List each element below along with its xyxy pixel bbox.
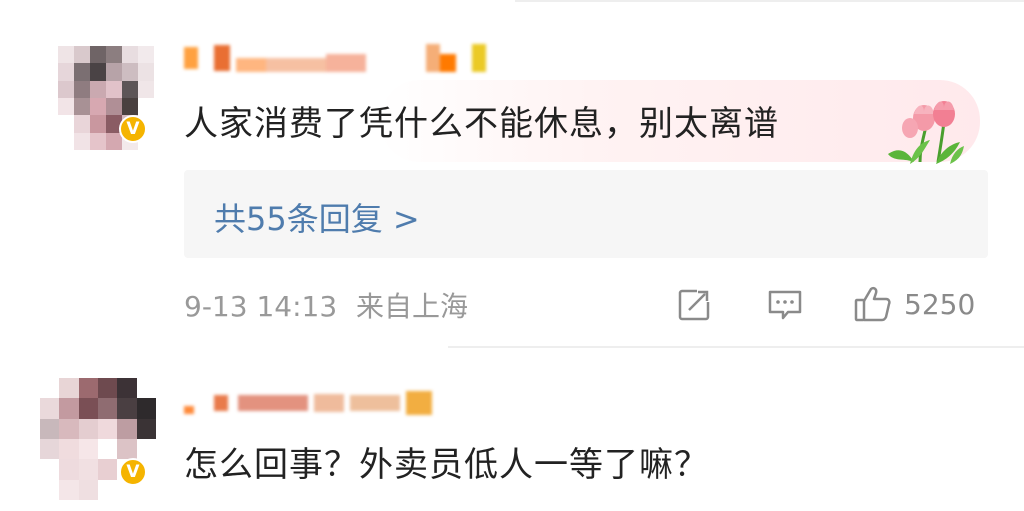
- comment-button[interactable]: [766, 282, 804, 326]
- divider-top: [515, 0, 1024, 2]
- timestamp: 9-13 14:13: [184, 290, 338, 323]
- share-button[interactable]: [676, 282, 714, 326]
- verified-badge: V: [119, 458, 147, 486]
- comment-text: 人家消费了凭什么不能休息，别太离谱: [184, 104, 779, 144]
- like-icon: [854, 286, 891, 322]
- username[interactable]: [184, 388, 432, 418]
- like-button[interactable]: 5250: [852, 282, 975, 326]
- like-count: 5250: [904, 287, 976, 321]
- comment-text: 怎么回事？外卖员低人一等了嘛？: [184, 445, 709, 485]
- comment-icon: [768, 290, 802, 320]
- reply-summary-box[interactable]: 共55条回复 >: [184, 170, 988, 258]
- username[interactable]: [184, 40, 486, 76]
- verified-badge: V: [119, 115, 147, 143]
- comment-meta: 9-13 14:13 来自上海: [184, 285, 468, 325]
- share-icon: [678, 288, 711, 321]
- location: 来自上海: [356, 290, 469, 323]
- view-replies-link[interactable]: 共55条回复 >: [214, 194, 420, 240]
- tulip-sticker-icon: [888, 101, 964, 164]
- divider-middle: [448, 346, 1024, 348]
